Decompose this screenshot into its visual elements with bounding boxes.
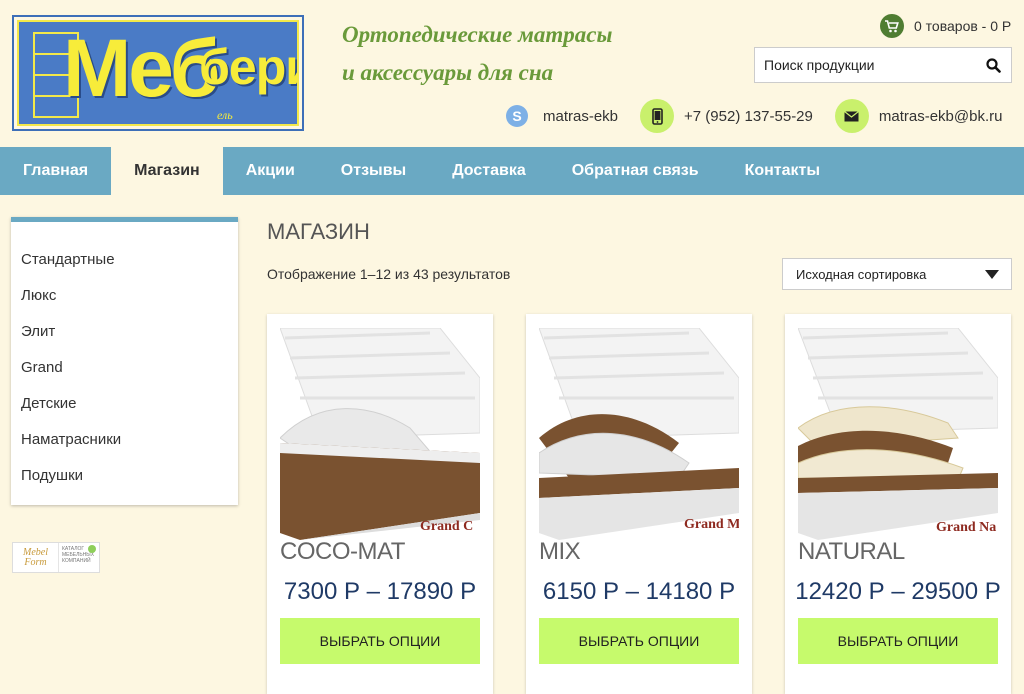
category-pillows[interactable]: Подушки	[11, 460, 238, 496]
nav-item-promotions[interactable]: Акции	[223, 147, 318, 195]
page-title: МАГАЗИН	[267, 219, 370, 244]
nav-item-feedback[interactable]: Обратная связь	[549, 147, 722, 195]
product-image[interactable]: Grand C	[280, 328, 480, 540]
skype-icon: S	[506, 105, 528, 127]
product-image-label: Grand Na	[936, 520, 996, 535]
product-price: 7300 Р – 17890 Р	[283, 578, 477, 605]
select-options-button[interactable]: ВЫБРАТЬ ОПЦИИ	[798, 618, 998, 664]
product-image[interactable]: Grand Na	[798, 328, 998, 540]
main-nav: Главная Магазин Акции Отзывы Доставка Об…	[0, 147, 1024, 195]
mebelform-logo-line2: Form	[24, 556, 47, 568]
mebelform-logo: Mebel Form	[13, 543, 59, 572]
nav-item-reviews[interactable]: Отзывы	[318, 147, 429, 195]
phone-icon	[640, 99, 675, 133]
category-elite[interactable]: Элит	[11, 316, 238, 352]
search-box	[754, 47, 1012, 83]
sort-value: Исходная сортировка	[796, 266, 927, 282]
mebelform-caption: КАТАЛОГ МЕБЕЛЬНЫХ КОМПАНИЙ	[59, 543, 99, 572]
search-icon[interactable]	[975, 48, 1011, 82]
logo-small-text: ель	[217, 108, 233, 122]
sort-select[interactable]: Исходная сортировка	[782, 258, 1012, 290]
product-image-label: Grand C	[420, 519, 473, 534]
chevron-down-icon	[985, 269, 999, 279]
category-grand[interactable]: Grand	[11, 352, 238, 388]
product-image[interactable]: Grand M	[539, 328, 739, 540]
nav-item-contacts[interactable]: Контакты	[722, 147, 843, 195]
logo-main-text: Меб	[63, 23, 220, 114]
product-card: Grand C COCO-MAT 7300 Р – 17890 Р ВЫБРАТ…	[267, 314, 493, 694]
contact-bar: S matras-ekb +7 (952) 137-55-29 matras-e…	[506, 99, 1002, 133]
site-logo[interactable]: Меб бери ель	[12, 15, 304, 131]
category-standard[interactable]: Стандартные	[11, 244, 238, 280]
product-name[interactable]: MIX	[539, 538, 581, 566]
tagline-line-2: и аксессуары для сна	[342, 60, 554, 85]
phone-contact[interactable]: +7 (952) 137-55-29	[640, 99, 813, 133]
nav-item-delivery[interactable]: Доставка	[429, 147, 549, 195]
site-tagline: Ортопедические матрасы и аксессуары для …	[342, 16, 612, 92]
envelope-icon	[834, 99, 869, 133]
cart-summary: 0 товаров - 0 Р	[914, 18, 1012, 34]
logo-sup-text: бери	[199, 39, 297, 95]
result-count: Отображение 1–12 из 43 результатов	[267, 266, 511, 282]
tagline-line-1: Ортопедические матрасы	[342, 22, 613, 47]
category-sidebar: Стандартные Люкс Элит Grand Детские Нама…	[11, 217, 238, 505]
search-input[interactable]	[755, 48, 975, 82]
product-price: 6150 Р – 14180 Р	[542, 578, 736, 605]
product-card: Grand M MIX 6150 Р – 14180 Р ВЫБРАТЬ ОПЦ…	[526, 314, 752, 694]
mebelform-logo-line1: Mebel	[23, 546, 48, 558]
nav-item-shop[interactable]: Магазин	[111, 147, 223, 195]
nav-item-home[interactable]: Главная	[0, 147, 111, 195]
cart-link[interactable]: 0 товаров - 0 Р	[880, 14, 1011, 38]
product-price: 12420 Р – 29500 Р	[795, 578, 1001, 605]
product-image-label: Grand M	[684, 517, 739, 532]
select-options-button[interactable]: ВЫБРАТЬ ОПЦИИ	[280, 618, 480, 664]
product-card: Grand Na NATURAL 12420 Р – 29500 Р ВЫБРА…	[785, 314, 1011, 694]
select-options-button[interactable]: ВЫБРАТЬ ОПЦИИ	[539, 618, 739, 664]
email-contact[interactable]: matras-ekb@bk.ru	[834, 99, 1003, 133]
phone-number: +7 (952) 137-55-29	[684, 107, 813, 125]
category-toppers[interactable]: Наматрасники	[11, 424, 238, 460]
skype-contact[interactable]: S matras-ekb	[506, 105, 618, 127]
badge-dot-icon	[88, 545, 96, 553]
category-kids[interactable]: Детские	[11, 388, 238, 424]
product-name[interactable]: NATURAL	[798, 538, 905, 566]
cart-icon	[880, 14, 904, 38]
category-lux[interactable]: Люкс	[11, 280, 238, 316]
mebelform-badge[interactable]: Mebel Form КАТАЛОГ МЕБЕЛЬНЫХ КОМПАНИЙ	[12, 542, 100, 573]
email-address: matras-ekb@bk.ru	[878, 107, 1003, 125]
product-name[interactable]: COCO-MAT	[280, 538, 405, 566]
skype-id: matras-ekb	[543, 107, 619, 125]
